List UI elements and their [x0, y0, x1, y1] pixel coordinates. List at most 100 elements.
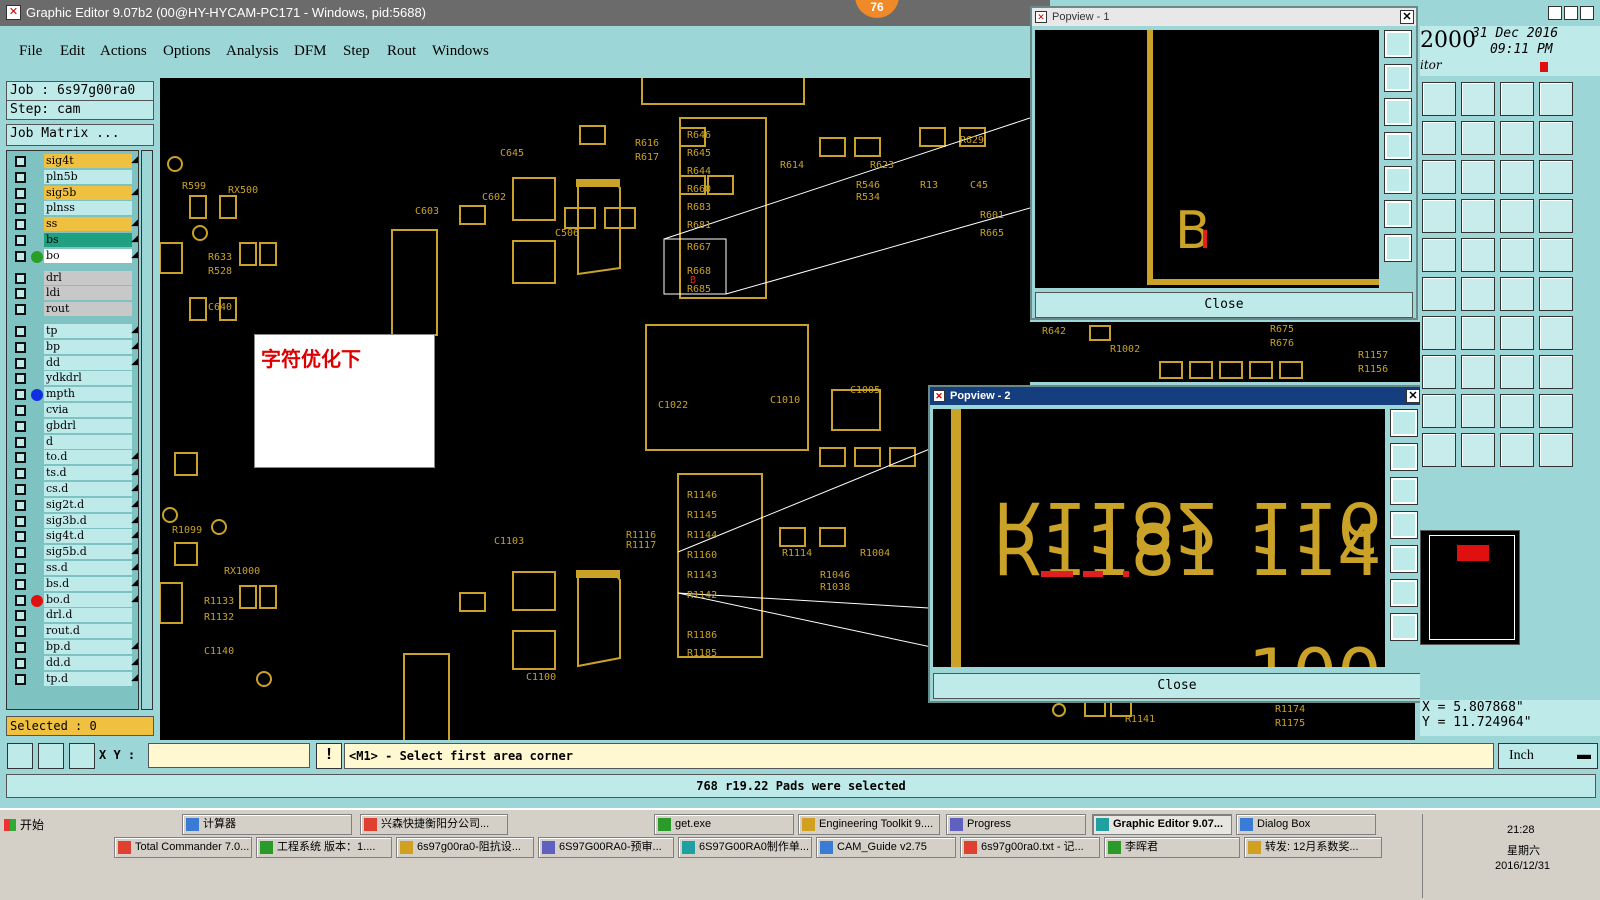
measure-tool-icon[interactable]	[38, 743, 64, 769]
layer-row[interactable]: pln5b	[7, 169, 140, 185]
pan-left-icon[interactable]	[1390, 511, 1418, 539]
arc2-icon[interactable]	[1461, 394, 1495, 428]
layer-checkbox[interactable]	[15, 235, 26, 246]
layer-name[interactable]: cvia	[44, 403, 132, 417]
layer-name[interactable]: bo.d	[44, 592, 132, 607]
xy-input[interactable]	[148, 743, 310, 768]
taskbar-item[interactable]: Total Commander 7.0...	[114, 837, 252, 858]
popview-1-close-button[interactable]: Close	[1035, 292, 1413, 318]
popview-2-close-icon[interactable]: ✕	[1406, 389, 1420, 403]
taskbar-item[interactable]: 6S97G00RA0-预审...	[538, 837, 674, 858]
layer-checkbox[interactable]	[15, 187, 26, 199]
layer-name[interactable]: gbdrl	[44, 418, 132, 433]
start-button[interactable]: 开始	[2, 814, 50, 836]
layer-checkbox[interactable]	[15, 499, 26, 511]
layer-checkbox[interactable]	[15, 484, 26, 495]
split-icon[interactable]	[1539, 355, 1573, 389]
layer-checkbox[interactable]	[15, 373, 26, 385]
layer-checkbox[interactable]	[15, 272, 26, 284]
arrow-right-icon[interactable]	[1461, 121, 1495, 155]
layer-row[interactable]: sig4t ◢	[7, 154, 140, 169]
layer-checkbox[interactable]	[15, 452, 26, 464]
layer-name[interactable]: rout	[44, 302, 132, 317]
layer-row[interactable]: rout	[7, 302, 140, 317]
layer-row[interactable]: ss.d ◢	[7, 561, 140, 576]
circle-icon[interactable]	[1539, 238, 1573, 272]
layer-row[interactable]: bo.d ◢	[7, 592, 140, 608]
mini-map[interactable]	[1420, 530, 1520, 645]
pan-right-icon[interactable]	[1390, 545, 1418, 573]
layer-row[interactable]: sig5b.d ◢	[7, 545, 140, 560]
menu-edit[interactable]: Edit	[60, 43, 85, 60]
layer-checkbox[interactable]	[15, 389, 26, 401]
popview-2-titlebar[interactable]: ✕ Popview - 2 ✕	[930, 387, 1422, 405]
zoom-fit-icon[interactable]	[1390, 409, 1418, 437]
arc-icon[interactable]	[1422, 394, 1456, 428]
canvas-region-right[interactable]: R642 R1002 R675 R676 R1157 R1156	[1030, 322, 1420, 382]
popview-1-view[interactable]: B	[1035, 30, 1379, 288]
text2-icon[interactable]	[1539, 394, 1573, 428]
layer-list-scrollbar[interactable]	[141, 150, 153, 710]
layer-name[interactable]: dd.d	[44, 655, 132, 670]
help-icon[interactable]	[1539, 160, 1573, 194]
zoom-in-icon[interactable]	[1384, 64, 1412, 92]
layer-row[interactable]: cvia	[7, 403, 140, 418]
slash-icon[interactable]	[1461, 316, 1495, 350]
layer-checkbox[interactable]	[15, 594, 26, 606]
menu-actions[interactable]: Actions	[100, 43, 147, 60]
node-icon[interactable]	[1422, 277, 1456, 311]
layer-name[interactable]: sig2t.d	[44, 497, 132, 512]
layer-checkbox[interactable]	[15, 171, 26, 183]
layer-row[interactable]: to.d ◢	[7, 450, 140, 465]
layer-name[interactable]: drl.d	[44, 608, 132, 623]
layer-checkbox[interactable]	[15, 626, 26, 638]
layer-name[interactable]: ss	[44, 217, 132, 232]
layer-row[interactable]: d	[7, 434, 140, 450]
layer-row[interactable]: bs ◢	[7, 233, 140, 248]
menu-analysis[interactable]: Analysis	[226, 43, 279, 60]
layer-name[interactable]: ldi	[44, 286, 132, 301]
taskbar-item[interactable]: Dialog Box	[1236, 814, 1376, 835]
layer-checkbox[interactable]	[15, 341, 26, 353]
undo-icon[interactable]	[1500, 316, 1534, 350]
menu-windows[interactable]: Windows	[432, 43, 489, 60]
layer-checkbox[interactable]	[15, 436, 26, 448]
layer-name[interactable]: sig4t.d	[44, 529, 132, 544]
layer-checkbox[interactable]	[15, 250, 26, 262]
layer-row[interactable]: ldi	[7, 286, 140, 301]
layer-checkbox[interactable]	[15, 610, 26, 622]
cross-icon[interactable]	[1461, 277, 1495, 311]
layer-row[interactable]: ts.d ◢	[7, 466, 140, 481]
taskbar-item[interactable]: 李晖君	[1104, 837, 1240, 858]
layer-row[interactable]: sig3b.d ◢	[7, 513, 140, 529]
layer-checkbox[interactable]	[15, 515, 26, 527]
taskbar-item[interactable]: 转发: 12月系数奖...	[1244, 837, 1382, 858]
layer-checkbox[interactable]	[15, 288, 26, 300]
taskbar-item[interactable]: CAM_Guide v2.75	[816, 837, 956, 858]
layer-row[interactable]: tp ◢	[7, 324, 140, 339]
text-icon[interactable]	[1500, 394, 1534, 428]
pointer2-icon[interactable]	[1461, 433, 1495, 467]
maximize-icon[interactable]	[1564, 6, 1578, 20]
layer-row[interactable]: gbdrl	[7, 418, 140, 434]
pointer-icon[interactable]	[1422, 433, 1456, 467]
layer-name[interactable]: to.d	[44, 450, 132, 465]
resize-icon[interactable]	[1500, 355, 1534, 389]
zoom-out-icon[interactable]	[1384, 98, 1412, 126]
layer-checkbox[interactable]	[15, 156, 26, 167]
pointer3-icon[interactable]	[1500, 433, 1534, 467]
close-icon[interactable]	[1580, 6, 1594, 20]
menu-step[interactable]: Step	[343, 43, 370, 60]
taskbar-item[interactable]: Progress	[946, 814, 1086, 835]
grid-tool-icon[interactable]	[69, 743, 95, 769]
line-icon[interactable]	[1422, 316, 1456, 350]
minus-icon[interactable]	[1461, 355, 1495, 389]
arrow-left-icon[interactable]	[1422, 121, 1456, 155]
layer-name[interactable]: sig5b.d	[44, 545, 132, 560]
layer-name[interactable]: mpth	[44, 387, 132, 402]
layer-name[interactable]: ts.d	[44, 466, 132, 481]
layer-name[interactable]: bp	[44, 339, 132, 354]
layer-row[interactable]: rout.d	[7, 624, 140, 639]
layer-name[interactable]: plnss	[44, 201, 132, 216]
ff-icon[interactable]	[1539, 316, 1573, 350]
